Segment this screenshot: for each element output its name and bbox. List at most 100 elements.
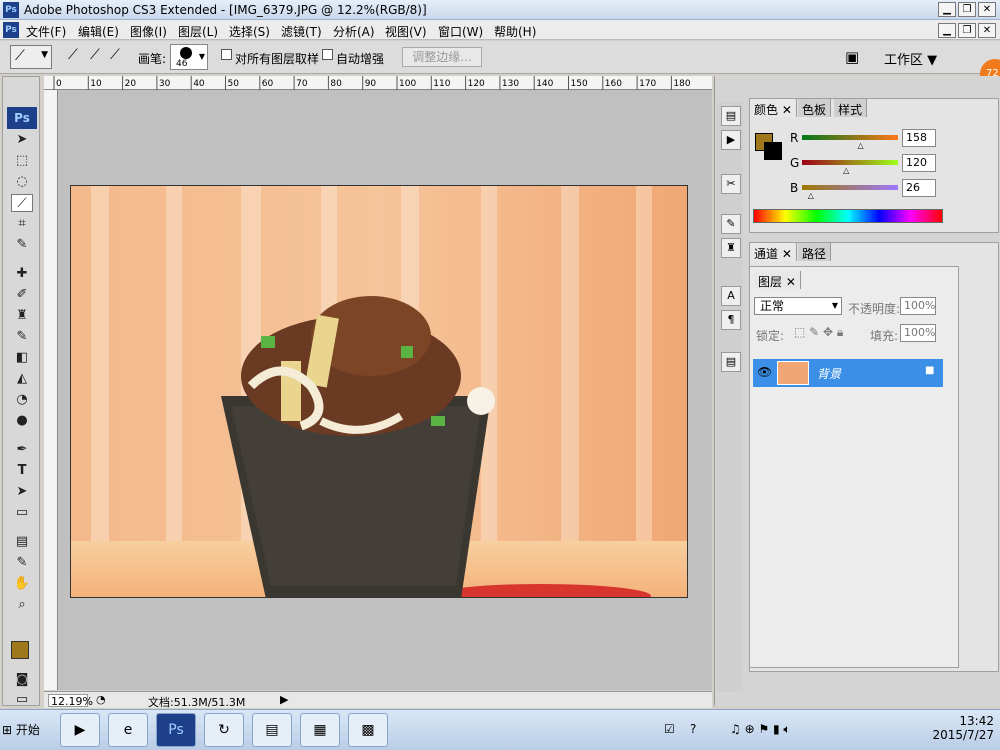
brushes-icon[interactable]: ✎: [721, 214, 741, 234]
g-value-field[interactable]: 120: [902, 154, 936, 172]
media-player-taskbar-icon[interactable]: ▶: [60, 713, 100, 747]
canvas-area[interactable]: [58, 90, 712, 690]
doc-minimize-button[interactable]: ▁: [938, 23, 956, 38]
tool-preset-picker[interactable]: ⟋ ▼: [10, 45, 52, 69]
color-spectrum-bar[interactable]: [753, 209, 943, 223]
zoom-level[interactable]: 12.19%: [48, 694, 93, 708]
paint-bucket-tool-icon[interactable]: ◭: [11, 370, 33, 388]
healing-brush-tool-icon[interactable]: ✚: [11, 265, 33, 283]
lasso-tool-icon[interactable]: ◌: [11, 173, 33, 191]
document-image[interactable]: [70, 185, 688, 598]
screen-mode-icon[interactable]: ▭: [11, 691, 33, 709]
workspace-button[interactable]: 工作区 ▼: [884, 49, 937, 68]
tray-check-icon[interactable]: ☑: [664, 722, 675, 736]
character-icon[interactable]: A: [721, 286, 741, 306]
r-slider[interactable]: [802, 135, 898, 140]
history-brush-tool-icon[interactable]: ✎: [11, 328, 33, 346]
paragraph-icon[interactable]: ¶: [721, 310, 741, 330]
menu-layer[interactable]: 图层(L): [178, 23, 218, 40]
actions-icon[interactable]: ▶: [721, 130, 741, 150]
color-background-swatch[interactable]: [764, 142, 782, 160]
r-value-field[interactable]: 158: [902, 129, 936, 147]
tab-color[interactable]: 颜色 ✕: [750, 99, 797, 117]
eyedropper-sample-tool-icon[interactable]: ✎: [11, 554, 33, 572]
layer-row-background[interactable]: 👁︎ 背景 ■: [753, 359, 943, 387]
eyedropper-tool-icon[interactable]: ✎: [11, 236, 33, 254]
pen-tool-icon[interactable]: ✒: [11, 441, 33, 459]
notes-tool-icon[interactable]: ▤: [11, 533, 33, 551]
doc-close-button[interactable]: ✕: [978, 23, 996, 38]
tool-presets-icon[interactable]: ✂: [721, 174, 741, 194]
subtract-from-selection-icon[interactable]: ⟋: [110, 47, 120, 63]
tray-icons[interactable]: ♫ ⊕ ⚑ ▮ 🔈︎: [730, 722, 791, 737]
eye-icon[interactable]: 👁︎: [757, 365, 772, 379]
hand-tool-icon[interactable]: ✋: [11, 575, 33, 593]
sample-all-layers-checkbox[interactable]: [221, 49, 232, 60]
refine-edge-button[interactable]: 调整边缘...: [402, 47, 482, 67]
opacity-field[interactable]: 100%: [900, 297, 936, 315]
image-taskbar-icon[interactable]: ▩: [348, 713, 388, 747]
brush-picker[interactable]: 46 ▼: [170, 44, 208, 70]
new-selection-icon[interactable]: ⟋: [68, 47, 78, 63]
brush-tool-icon[interactable]: ✐: [11, 286, 33, 304]
tab-layers[interactable]: 图层 ✕: [754, 271, 801, 289]
clone-stamp-tool-icon[interactable]: ♜: [11, 307, 33, 325]
ie-taskbar-icon[interactable]: e: [108, 713, 148, 747]
crop-tool-icon[interactable]: ⌗: [11, 215, 33, 233]
menu-file[interactable]: 文件(F): [26, 23, 66, 40]
blend-mode-select[interactable]: 正常 ▼: [754, 297, 842, 315]
zoom-tool-icon[interactable]: ⌕: [11, 596, 33, 614]
menu-select[interactable]: 选择(S): [229, 23, 270, 40]
status-arrow-icon[interactable]: ▶: [280, 693, 288, 706]
close-button[interactable]: ✕: [978, 2, 996, 17]
info-icon[interactable]: ▤: [721, 352, 741, 372]
quick-selection-tool-icon[interactable]: ⟋: [11, 194, 33, 212]
auto-enhance-checkbox[interactable]: [322, 49, 333, 60]
g-slider-thumb[interactable]: △: [843, 166, 849, 175]
menu-help[interactable]: 帮助(H): [494, 23, 536, 40]
menu-edit[interactable]: 编辑(E): [78, 23, 119, 40]
brush-label: 画笔:: [138, 52, 167, 66]
menu-window[interactable]: 窗口(W): [438, 23, 483, 40]
tab-swatches[interactable]: 色板: [798, 99, 832, 117]
move-tool-icon[interactable]: ➤: [11, 131, 33, 149]
start-button[interactable]: ⊞ 开始: [2, 718, 50, 742]
blur-tool-icon[interactable]: ◔: [11, 391, 33, 409]
menu-image[interactable]: 图像(I): [130, 23, 167, 40]
lock-icons[interactable]: ⬚ ✎ ✥ 🔒︎: [794, 325, 843, 340]
picture-viewer-taskbar-icon[interactable]: ▦: [300, 713, 340, 747]
tab-styles[interactable]: 样式: [834, 99, 868, 117]
menu-analysis[interactable]: 分析(A): [333, 23, 375, 40]
explorer-taskbar-icon[interactable]: ▤: [252, 713, 292, 747]
photoshop-taskbar-icon[interactable]: Ps: [156, 713, 196, 747]
eraser-tool-icon[interactable]: ◧: [11, 349, 33, 367]
navigator-icon[interactable]: ▤: [721, 106, 741, 126]
r-slider-thumb[interactable]: △: [857, 141, 863, 150]
shape-tool-icon[interactable]: ▭: [11, 504, 33, 522]
restore-button[interactable]: ❐: [958, 2, 976, 17]
foreground-color-swatch[interactable]: [11, 641, 29, 659]
clock[interactable]: 13:42 2015/7/27: [932, 714, 994, 742]
file-browser-icon[interactable]: ▣: [845, 48, 859, 66]
dodge-tool-icon[interactable]: ●: [11, 412, 33, 430]
tab-paths[interactable]: 路径: [798, 243, 832, 261]
b-value-field[interactable]: 26: [902, 179, 936, 197]
b-slider-thumb[interactable]: △: [808, 191, 814, 200]
g-slider[interactable]: [802, 160, 898, 165]
type-tool-icon[interactable]: T: [11, 462, 33, 480]
add-to-selection-icon[interactable]: ⟋: [90, 47, 100, 63]
quick-mask-icon[interactable]: ◙: [11, 671, 33, 689]
minimize-button[interactable]: ▁: [938, 2, 956, 17]
path-selection-tool-icon[interactable]: ➤: [11, 483, 33, 501]
doc-restore-button[interactable]: ❐: [958, 23, 976, 38]
status-menu-icon[interactable]: ◔: [96, 693, 106, 706]
tab-channels[interactable]: 通道 ✕: [750, 243, 797, 261]
fill-field[interactable]: 100%: [900, 324, 936, 342]
app-taskbar-icon[interactable]: ↻: [204, 713, 244, 747]
menu-view[interactable]: 视图(V): [385, 23, 427, 40]
marquee-tool-icon[interactable]: ⬚: [11, 152, 33, 170]
b-slider[interactable]: [802, 185, 898, 190]
help-tray-icon[interactable]: ?: [690, 722, 696, 736]
clone-source-icon[interactable]: ♜: [721, 238, 741, 258]
menu-filter[interactable]: 滤镜(T): [281, 23, 322, 40]
